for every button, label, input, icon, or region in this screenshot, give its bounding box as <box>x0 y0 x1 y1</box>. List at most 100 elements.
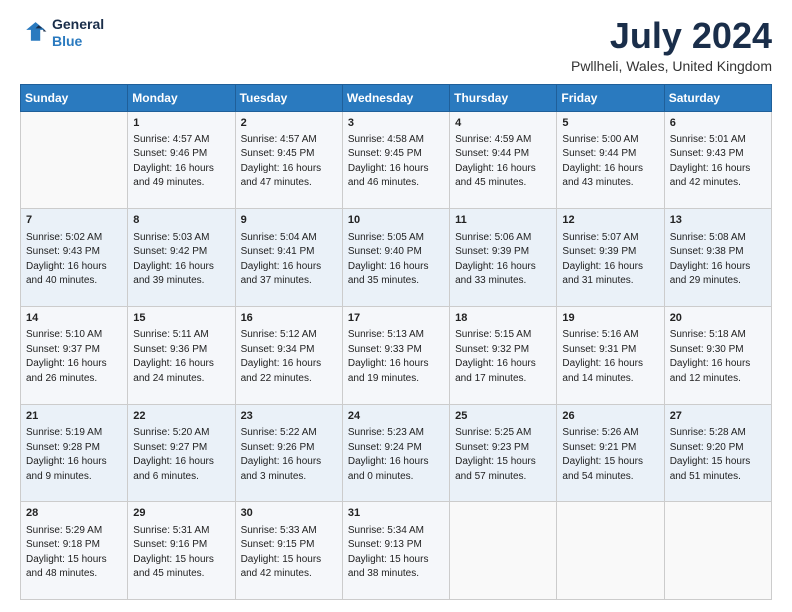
day-number: 16 <box>241 311 337 326</box>
calendar-cell: 6Sunrise: 5:01 AM Sunset: 9:43 PM Daylig… <box>664 111 771 209</box>
day-number: 6 <box>670 116 766 131</box>
cell-daylight-info: Sunrise: 5:11 AM Sunset: 9:36 PM Dayligh… <box>133 328 229 386</box>
week-row-1: 1 Sunrise: 4:57 AM Sunset: 9:46 PM Daylig… <box>21 111 772 209</box>
cell-daylight-info: Sunrise: 4:59 AM Sunset: 9:44 PM Dayligh… <box>455 133 551 191</box>
calendar-cell: 31 Sunrise: 5:34 AM Sunset: 9:13 PM Dayli… <box>342 502 449 600</box>
day-number: 15 <box>133 311 229 326</box>
cell-daylight-info: Sunrise: 5:04 AM Sunset: 9:41 PM Dayligh… <box>241 231 337 289</box>
day-number: 28 <box>26 506 122 521</box>
day-number: 18 <box>455 311 551 326</box>
calendar-cell: 26 Sunrise: 5:26 AM Sunset: 9:21 PM Dayli… <box>557 404 664 502</box>
header: General Blue July 2024 Pwllheli, Wales, … <box>20 16 772 74</box>
day-number: 14 <box>26 311 122 326</box>
calendar-cell: 13Sunrise: 5:08 AM Sunset: 9:38 PM Dayli… <box>664 209 771 307</box>
calendar-cell: 18 Sunrise: 5:15 AM Sunset: 9:32 PM Dayli… <box>450 306 557 404</box>
day-number: 31 <box>348 506 444 521</box>
calendar-cell: 30Sunrise: 5:33 AM Sunset: 9:15 PM Dayli… <box>235 502 342 600</box>
calendar-cell: 9 Sunrise: 5:04 AM Sunset: 9:41 PM Daylig… <box>235 209 342 307</box>
cell-daylight-info: Sunrise: 5:26 AM Sunset: 9:21 PM Dayligh… <box>562 426 658 484</box>
day-number: 25 <box>455 409 551 424</box>
calendar-table: SundayMondayTuesdayWednesdayThursdayFrid… <box>20 84 772 600</box>
cell-daylight-info: Sunrise: 5:25 AM Sunset: 9:23 PM Dayligh… <box>455 426 551 484</box>
cell-daylight-info: Sunrise: 5:29 AM Sunset: 9:18 PM Dayligh… <box>26 524 122 582</box>
calendar-cell: 7 Sunrise: 5:02 AM Sunset: 9:43 PM Daylig… <box>21 209 128 307</box>
day-number: 17 <box>348 311 444 326</box>
day-number: 4 <box>455 116 551 131</box>
weekday-header-saturday: Saturday <box>664 84 771 111</box>
day-number: 12 <box>562 213 658 228</box>
calendar-cell: 4 Sunrise: 4:59 AM Sunset: 9:44 PM Daylig… <box>450 111 557 209</box>
calendar-cell: 16 Sunrise: 5:12 AM Sunset: 9:34 PM Dayli… <box>235 306 342 404</box>
calendar-cell: 22 Sunrise: 5:20 AM Sunset: 9:27 PM Dayli… <box>128 404 235 502</box>
calendar-cell: 10 Sunrise: 5:05 AM Sunset: 9:40 PM Dayli… <box>342 209 449 307</box>
calendar-cell: 15 Sunrise: 5:11 AM Sunset: 9:36 PM Dayli… <box>128 306 235 404</box>
location: Pwllheli, Wales, United Kingdom <box>571 58 772 74</box>
page: General Blue July 2024 Pwllheli, Wales, … <box>0 0 792 612</box>
cell-daylight-info: Sunrise: 5:34 AM Sunset: 9:13 PM Dayligh… <box>348 524 444 582</box>
cell-daylight-info: Sunrise: 5:10 AM Sunset: 9:37 PM Dayligh… <box>26 328 122 386</box>
day-number: 3 <box>348 116 444 131</box>
logo-general-text: General <box>52 16 104 32</box>
calendar-cell: 29 Sunrise: 5:31 AM Sunset: 9:16 PM Dayli… <box>128 502 235 600</box>
day-number: 29 <box>133 506 229 521</box>
week-row-4: 21Sunrise: 5:19 AM Sunset: 9:28 PM Dayli… <box>21 404 772 502</box>
calendar-cell: 23Sunrise: 5:22 AM Sunset: 9:26 PM Dayli… <box>235 404 342 502</box>
calendar-cell: 28 Sunrise: 5:29 AM Sunset: 9:18 PM Dayli… <box>21 502 128 600</box>
cell-daylight-info: Sunrise: 4:57 AM Sunset: 9:46 PM Dayligh… <box>133 133 229 191</box>
calendar-cell: 14 Sunrise: 5:10 AM Sunset: 9:37 PM Dayli… <box>21 306 128 404</box>
calendar-cell: 12 Sunrise: 5:07 AM Sunset: 9:39 PM Dayli… <box>557 209 664 307</box>
cell-daylight-info: Sunrise: 5:15 AM Sunset: 9:32 PM Dayligh… <box>455 328 551 386</box>
calendar-cell <box>557 502 664 600</box>
logo-icon <box>20 19 48 47</box>
weekday-header-wednesday: Wednesday <box>342 84 449 111</box>
weekday-header-thursday: Thursday <box>450 84 557 111</box>
cell-daylight-info: Sunrise: 5:28 AM Sunset: 9:20 PM Dayligh… <box>670 426 766 484</box>
calendar-cell: 11 Sunrise: 5:06 AM Sunset: 9:39 PM Dayli… <box>450 209 557 307</box>
weekday-header-friday: Friday <box>557 84 664 111</box>
cell-daylight-info: Sunrise: 5:13 AM Sunset: 9:33 PM Dayligh… <box>348 328 444 386</box>
cell-daylight-info: Sunrise: 5:31 AM Sunset: 9:16 PM Dayligh… <box>133 524 229 582</box>
day-number: 24 <box>348 409 444 424</box>
logo-blue-text: Blue <box>52 33 82 49</box>
day-number: 19 <box>562 311 658 326</box>
cell-daylight-info: Sunrise: 5:08 AM Sunset: 9:38 PM Dayligh… <box>670 231 766 289</box>
cell-daylight-info: Sunrise: 5:18 AM Sunset: 9:30 PM Dayligh… <box>670 328 766 386</box>
day-number: 21 <box>26 409 122 424</box>
calendar-cell: 20 Sunrise: 5:18 AM Sunset: 9:30 PM Dayli… <box>664 306 771 404</box>
day-number: 2 <box>241 116 337 131</box>
calendar-cell: 2Sunrise: 4:57 AM Sunset: 9:45 PM Daylig… <box>235 111 342 209</box>
day-number: 27 <box>670 409 766 424</box>
day-number: 7 <box>26 213 122 228</box>
day-number: 22 <box>133 409 229 424</box>
day-number: 30 <box>241 506 337 521</box>
week-row-3: 14 Sunrise: 5:10 AM Sunset: 9:37 PM Dayli… <box>21 306 772 404</box>
calendar-cell: 21Sunrise: 5:19 AM Sunset: 9:28 PM Dayli… <box>21 404 128 502</box>
cell-daylight-info: Sunrise: 5:22 AM Sunset: 9:26 PM Dayligh… <box>241 426 337 484</box>
cell-daylight-info: Sunrise: 5:07 AM Sunset: 9:39 PM Dayligh… <box>562 231 658 289</box>
calendar-cell: 24Sunrise: 5:23 AM Sunset: 9:24 PM Dayli… <box>342 404 449 502</box>
weekday-header-row: SundayMondayTuesdayWednesdayThursdayFrid… <box>21 84 772 111</box>
calendar-cell: 19 Sunrise: 5:16 AM Sunset: 9:31 PM Dayli… <box>557 306 664 404</box>
day-number: 9 <box>241 213 337 228</box>
cell-daylight-info: Sunrise: 5:02 AM Sunset: 9:43 PM Dayligh… <box>26 231 122 289</box>
weekday-header-tuesday: Tuesday <box>235 84 342 111</box>
day-number: 10 <box>348 213 444 228</box>
cell-daylight-info: Sunrise: 5:05 AM Sunset: 9:40 PM Dayligh… <box>348 231 444 289</box>
calendar-cell: 3Sunrise: 4:58 AM Sunset: 9:45 PM Daylig… <box>342 111 449 209</box>
calendar-cell: 5 Sunrise: 5:00 AM Sunset: 9:44 PM Daylig… <box>557 111 664 209</box>
calendar-cell: 1 Sunrise: 4:57 AM Sunset: 9:46 PM Daylig… <box>128 111 235 209</box>
cell-daylight-info: Sunrise: 5:16 AM Sunset: 9:31 PM Dayligh… <box>562 328 658 386</box>
cell-daylight-info: Sunrise: 5:12 AM Sunset: 9:34 PM Dayligh… <box>241 328 337 386</box>
day-number: 1 <box>133 116 229 131</box>
month-title: July 2024 <box>571 16 772 56</box>
day-number: 26 <box>562 409 658 424</box>
day-number: 11 <box>455 213 551 228</box>
cell-daylight-info: Sunrise: 5:00 AM Sunset: 9:44 PM Dayligh… <box>562 133 658 191</box>
cell-daylight-info: Sunrise: 5:20 AM Sunset: 9:27 PM Dayligh… <box>133 426 229 484</box>
day-number: 5 <box>562 116 658 131</box>
day-number: 20 <box>670 311 766 326</box>
weekday-header-sunday: Sunday <box>21 84 128 111</box>
calendar-cell <box>664 502 771 600</box>
cell-daylight-info: Sunrise: 5:06 AM Sunset: 9:39 PM Dayligh… <box>455 231 551 289</box>
calendar-cell: 27 Sunrise: 5:28 AM Sunset: 9:20 PM Dayli… <box>664 404 771 502</box>
